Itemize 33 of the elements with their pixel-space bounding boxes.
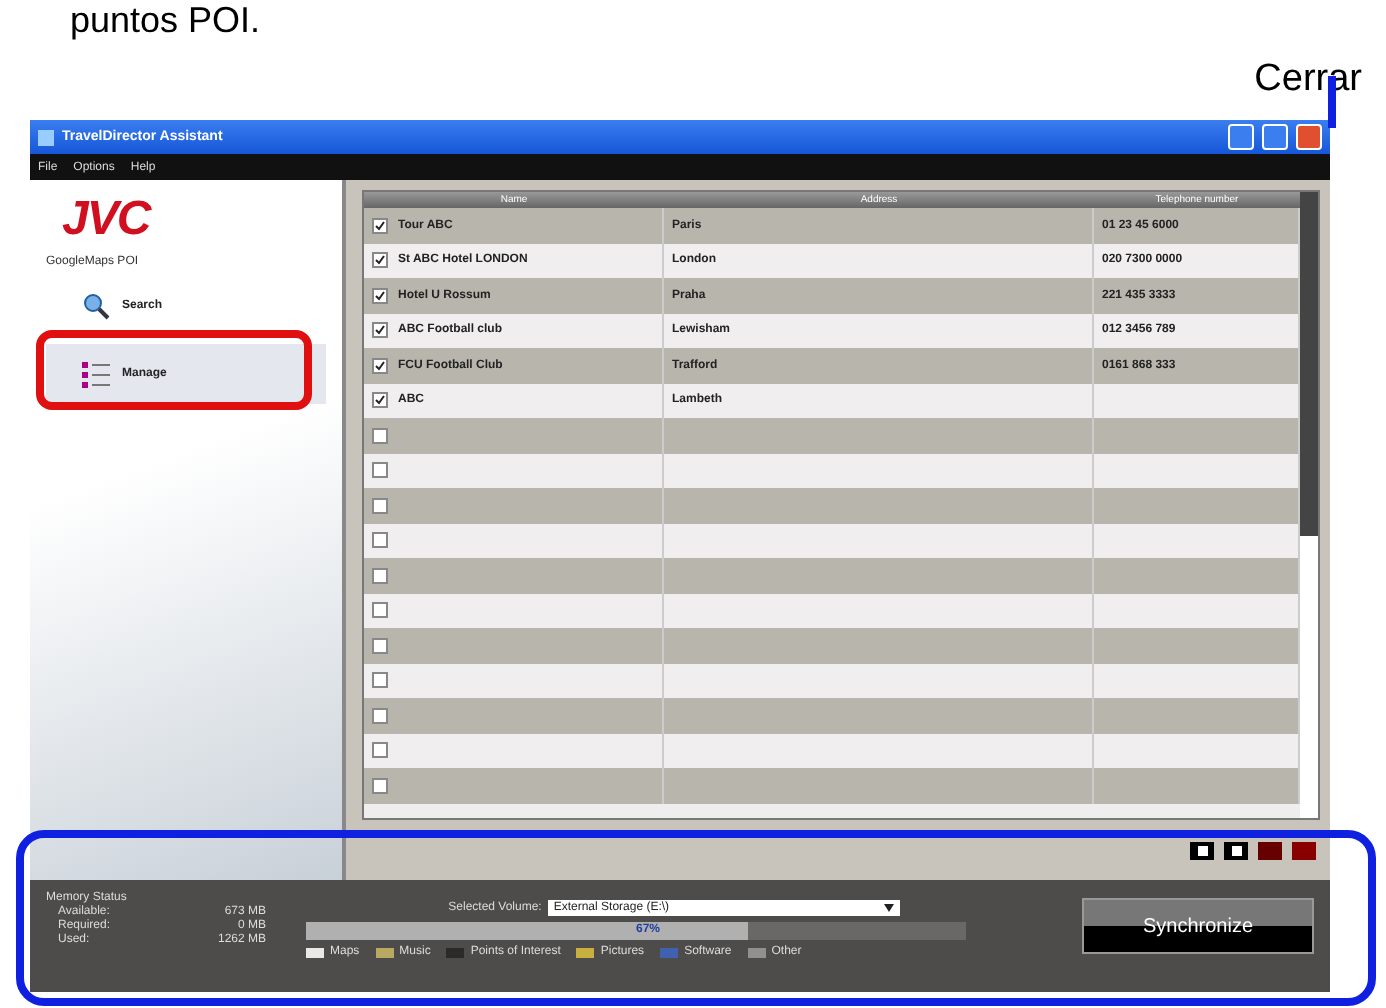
square-icon — [1197, 845, 1207, 855]
search-icon — [82, 292, 110, 320]
checkbox[interactable] — [372, 392, 388, 409]
toolbar-button[interactable] — [1190, 841, 1214, 859]
toolbar-button[interactable] — [1224, 841, 1248, 859]
list-icon — [82, 360, 110, 388]
synchronize-button[interactable]: Synchronize — [1082, 898, 1314, 954]
checkbox[interactable] — [372, 357, 388, 374]
checkbox[interactable] — [372, 532, 388, 549]
checkbox[interactable] — [372, 777, 388, 794]
checkbox[interactable] — [372, 567, 388, 584]
checkbox[interactable] — [372, 497, 388, 514]
close-button[interactable] — [1296, 124, 1322, 150]
dropdown-arrow-icon — [883, 904, 894, 912]
checkbox[interactable] — [372, 602, 388, 619]
scrollbar[interactable] — [1300, 192, 1318, 818]
checkbox[interactable] — [372, 707, 388, 724]
minimize-button[interactable] — [1228, 124, 1254, 150]
checkbox[interactable] — [372, 672, 388, 689]
logo: JVC — [60, 192, 150, 248]
body-text: puntos POI. — [68, 0, 261, 40]
square-icon — [1231, 845, 1241, 855]
checkbox[interactable] — [372, 742, 388, 759]
checkbox[interactable] — [372, 252, 388, 269]
checkbox[interactable] — [372, 287, 388, 304]
checkbox[interactable] — [372, 322, 388, 339]
checkbox[interactable] — [372, 427, 388, 444]
checkbox[interactable] — [372, 462, 388, 479]
app-icon — [38, 129, 54, 145]
checkbox[interactable] — [372, 217, 388, 234]
checkbox[interactable] — [372, 637, 388, 654]
toolbar-button[interactable] — [1258, 841, 1282, 859]
maximize-button[interactable] — [1262, 124, 1288, 150]
